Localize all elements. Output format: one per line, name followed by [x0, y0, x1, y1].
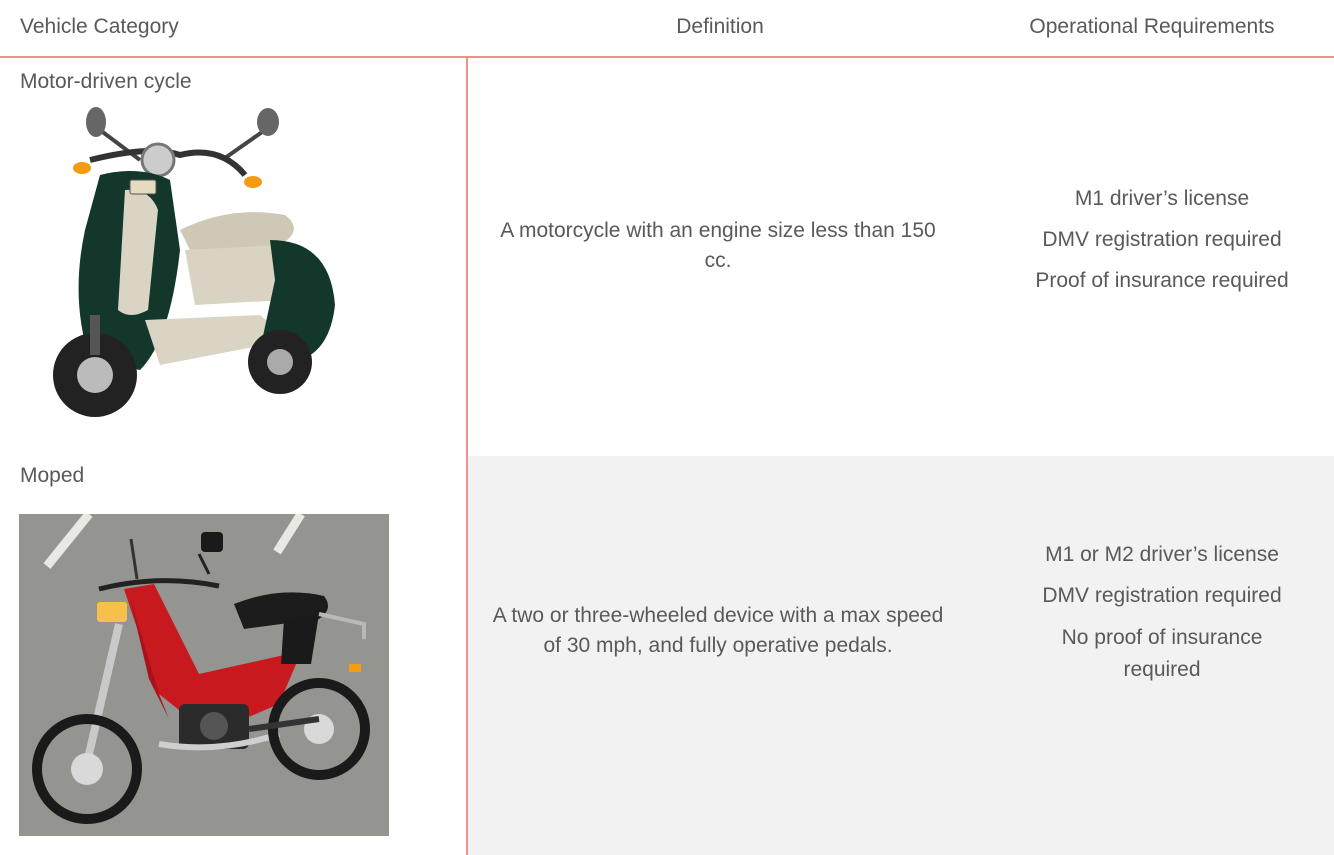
header-definition: Definition [676, 15, 764, 38]
requirement-item: No proof of insurance required [1061, 626, 1263, 681]
moped-photo-icon [19, 514, 389, 836]
definition-text: A motorcycle with an engine size less th… [500, 219, 936, 272]
requirement-item: M1 or M2 driver’s license [1045, 543, 1279, 566]
requirements-list: M1 or M2 driver’s license DMV registrati… [990, 540, 1334, 698]
requirement-item: Proof of insurance required [1035, 269, 1289, 292]
header-operational-requirements: Operational Requirements [1029, 15, 1275, 38]
requirement-item: DMV registration required [1042, 228, 1282, 251]
requirement-item: M1 driver’s license [1074, 187, 1250, 210]
scooter-photo-icon [53, 107, 335, 417]
category-label: Moped [20, 464, 85, 487]
requirement-item: DMV registration required [1042, 584, 1282, 607]
category-label: Motor-driven cycle [20, 70, 192, 93]
table-header: Vehicle Category Definition Operational … [0, 0, 1334, 58]
requirements-list: M1 driver’s license DMV registration req… [990, 184, 1334, 307]
header-vehicle-category: Vehicle Category [20, 15, 179, 38]
definition-text: A two or three-wheeled device with a max… [492, 604, 944, 657]
